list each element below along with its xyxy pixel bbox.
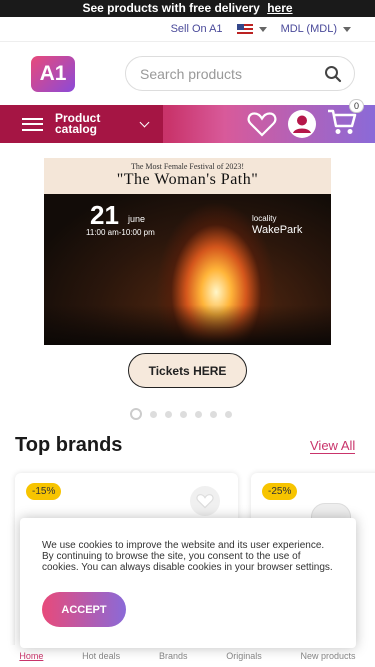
banner-headline: "The Woman's Path" [116, 171, 259, 188]
cookie-text: We use cookies to improve the website an… [42, 540, 333, 573]
cookie-banner: We use cookies to improve the website an… [20, 518, 356, 648]
crowd-silhouette [44, 305, 331, 345]
carousel-dot[interactable] [195, 410, 202, 418]
banner-subheadline: The Most Female Festival of 2023! [130, 162, 245, 171]
banner-day: 21 [90, 200, 119, 230]
banner-locality-label: locality [252, 214, 277, 223]
carousel-dot[interactable] [165, 410, 172, 418]
product-catalog-button[interactable]: Product catalog [0, 105, 163, 143]
chevron-down-icon [343, 26, 351, 32]
accept-cookies-button[interactable]: ACCEPT [42, 592, 126, 627]
carousel-dot[interactable] [130, 408, 142, 420]
carousel-dot[interactable] [225, 410, 232, 418]
us-flag-icon [236, 24, 253, 35]
view-all-link[interactable]: View All [310, 438, 356, 454]
catalog-label: Product catalog [55, 111, 101, 136]
bottom-nav-home[interactable]: Home [19, 651, 43, 661]
tickets-button[interactable]: Tickets HERE [128, 353, 247, 388]
discount-badge: -25% [262, 483, 298, 500]
promo-text: See products with free delivery [82, 1, 260, 15]
banner-time: 11:00 am-10:00 pm [86, 228, 155, 237]
heart-icon[interactable] [247, 111, 277, 137]
bonfire-image: 21 june 11:00 am-10:00 pm locality WakeP… [44, 194, 331, 345]
currency-selector[interactable]: MDL (MDL) [281, 23, 351, 35]
heart-icon [196, 494, 214, 509]
banner-month: june [128, 214, 146, 224]
festival-banner[interactable]: The Most Female Festival of 2023! "The W… [44, 158, 331, 345]
wishlist-button[interactable] [190, 486, 220, 516]
search-placeholder: Search products [140, 65, 242, 82]
bottom-nav-new-products[interactable]: New products [301, 651, 356, 661]
discount-badge: -15% [26, 483, 62, 500]
menu-icon [22, 117, 43, 131]
promo-bar: See products with free delivery here [0, 0, 375, 17]
cart-button[interactable]: 0 [327, 98, 364, 141]
language-selector[interactable] [236, 23, 267, 35]
carousel-dot[interactable] [180, 410, 187, 418]
bottom-nav: Home Hot deals Brands Originals New prod… [0, 645, 375, 667]
bottom-nav-brands[interactable]: Brands [159, 651, 188, 661]
carousel-dots [130, 408, 232, 420]
currency-label: MDL (MDL) [280, 23, 337, 35]
search-icon[interactable] [324, 65, 342, 83]
banner-locality: WakePark [252, 224, 303, 236]
bottom-nav-hot-deals[interactable]: Hot deals [82, 651, 120, 661]
carousel-dot[interactable] [210, 410, 217, 418]
main-nav: Product catalog 0 [0, 98, 375, 143]
bottom-nav-originals[interactable]: Originals [226, 651, 262, 661]
section-title: Top brands [15, 434, 123, 456]
chevron-down-icon [139, 117, 150, 127]
chevron-down-icon [258, 26, 267, 32]
logo[interactable]: A1 [31, 55, 75, 92]
cart-count-badge: 0 [348, 98, 364, 113]
search-input[interactable]: Search products [125, 56, 355, 91]
utility-bar: Sell On A1 MDL (MDL) [0, 17, 375, 42]
user-icon[interactable] [287, 109, 317, 139]
header: A1 Search products [0, 42, 375, 105]
promo-link[interactable]: here [267, 1, 292, 15]
sell-link[interactable]: Sell On A1 [171, 23, 223, 35]
carousel-dot[interactable] [150, 410, 157, 418]
